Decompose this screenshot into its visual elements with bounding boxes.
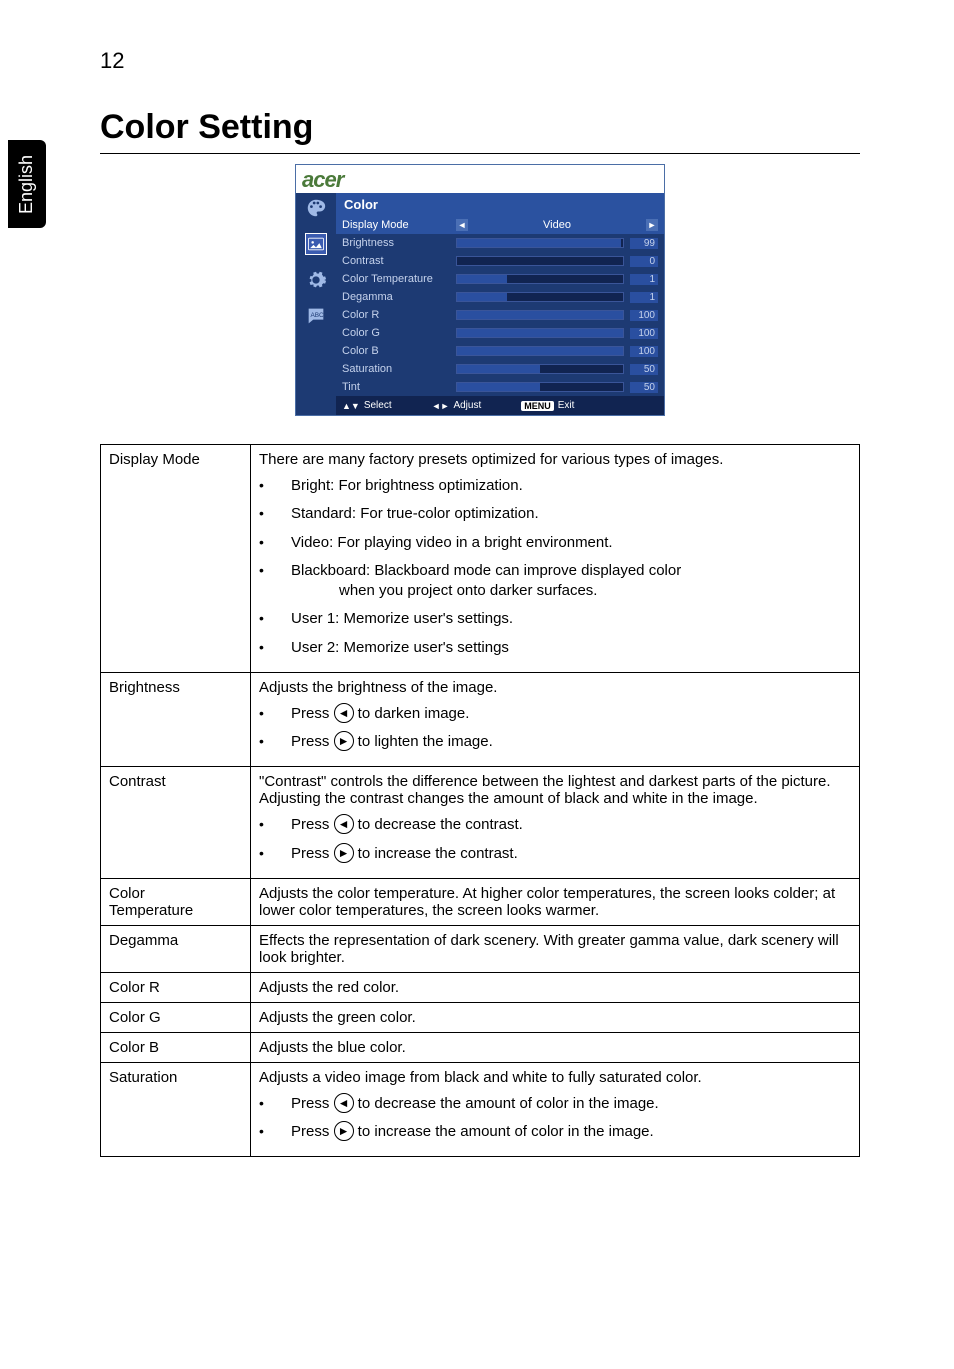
menu-key-icon: MENU <box>521 401 554 411</box>
osd-row-brightness[interactable]: Brightness 99 <box>336 234 664 252</box>
right-arrow-button-icon: ► <box>334 731 354 751</box>
arrow-left-icon[interactable]: ◄ <box>456 219 468 231</box>
osd-panel: acer ABC Color Display Mode ◄ Video ► <box>295 164 665 416</box>
osd-mode-value: Video <box>474 219 640 231</box>
right-arrow-button-icon: ► <box>334 843 354 863</box>
osd-row-color-b[interactable]: Color B 100 <box>336 342 664 360</box>
speech-icon[interactable]: ABC <box>305 305 327 327</box>
cell-desc: There are many factory presets optimized… <box>251 445 860 673</box>
left-right-icon: ◄► <box>432 401 450 411</box>
cell-key: Display Mode <box>101 445 251 673</box>
osd-title: Color <box>336 193 664 216</box>
osd-row-saturation[interactable]: Saturation 50 <box>336 360 664 378</box>
osd-sidebar: ABC <box>296 193 336 415</box>
gear-icon[interactable] <box>305 269 327 291</box>
table-row: Saturation Adjusts a video image from bl… <box>101 1062 860 1157</box>
left-arrow-button-icon: ◄ <box>334 814 354 834</box>
table-row: Brightness Adjusts the brightness of the… <box>101 672 860 767</box>
osd-row-color-r[interactable]: Color R 100 <box>336 306 664 324</box>
osd-logo: acer <box>296 165 664 193</box>
table-row: ColorTemperature Adjusts the color tempe… <box>101 878 860 925</box>
page-title: Color Setting <box>100 108 860 147</box>
osd-row-tint[interactable]: Tint 50 <box>336 378 664 396</box>
right-arrow-button-icon: ► <box>334 1121 354 1141</box>
language-tab: English <box>8 140 46 228</box>
osd-item-label: Display Mode <box>342 219 450 231</box>
osd-row-degamma[interactable]: Degamma 1 <box>336 288 664 306</box>
table-row: Color B Adjusts the blue color. <box>101 1032 860 1062</box>
osd-footer: ▲▼Select ◄►Adjust MENUExit <box>336 396 664 415</box>
table-row: Color R Adjusts the red color. <box>101 972 860 1002</box>
osd-row-display-mode[interactable]: Display Mode ◄ Video ► <box>336 216 664 234</box>
palette-icon[interactable] <box>305 197 327 219</box>
table-row: Color G Adjusts the green color. <box>101 1002 860 1032</box>
osd-row-contrast[interactable]: Contrast 0 <box>336 252 664 270</box>
table-row: Display Mode There are many factory pres… <box>101 445 860 673</box>
table-row: Degamma Effects the representation of da… <box>101 925 860 972</box>
osd-row-colortemp[interactable]: Color Temperature 1 <box>336 270 664 288</box>
up-down-icon: ▲▼ <box>342 401 360 411</box>
left-arrow-button-icon: ◄ <box>334 1093 354 1113</box>
image-icon[interactable] <box>305 233 327 255</box>
title-rule <box>100 153 860 154</box>
table-row: Contrast "Contrast" controls the differe… <box>101 767 860 879</box>
osd-row-color-g[interactable]: Color G 100 <box>336 324 664 342</box>
left-arrow-button-icon: ◄ <box>334 703 354 723</box>
page-number: 12 <box>100 48 124 74</box>
arrow-right-icon[interactable]: ► <box>646 219 658 231</box>
svg-text:ABC: ABC <box>311 312 325 319</box>
language-label: English <box>17 154 38 213</box>
description-table: Display Mode There are many factory pres… <box>100 444 860 1157</box>
